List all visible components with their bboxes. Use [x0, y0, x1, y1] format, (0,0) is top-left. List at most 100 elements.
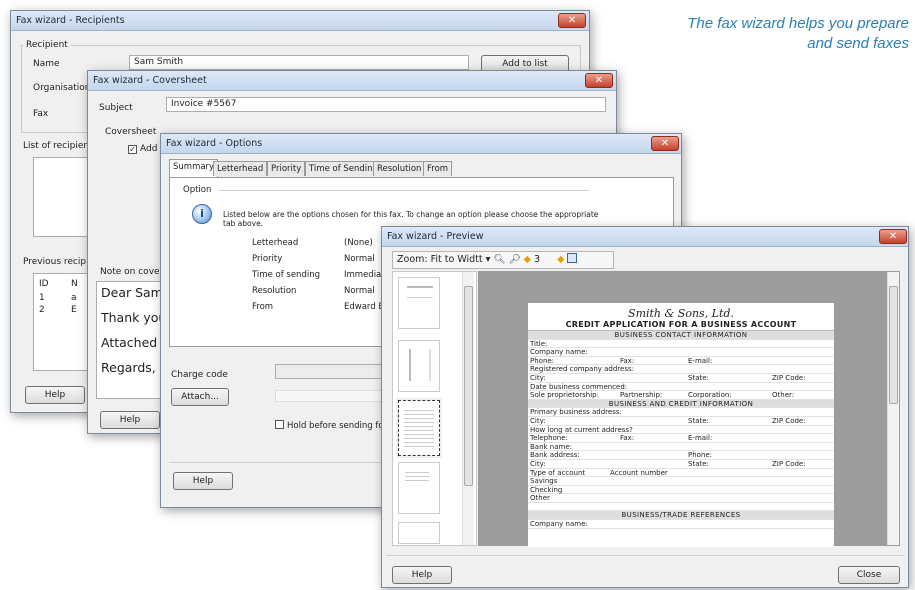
- tab-strip: Summary Letterhead Priority Time of Send…: [169, 154, 669, 178]
- recipients-close-button[interactable]: ✕: [558, 13, 586, 28]
- previous-recipients-label: Previous recip: [23, 257, 87, 267]
- organisation-label: Organisation: [33, 83, 91, 93]
- subject-label: Subject: [99, 103, 133, 113]
- add-coversheet-label: Add: [140, 144, 158, 154]
- coversheet-titlebar[interactable]: Fax wizard - Coversheet: [88, 71, 616, 91]
- page-thumbnail-3[interactable]: [396, 398, 442, 458]
- doc-form-cell: Company name:: [530, 520, 588, 529]
- doc-form-cell: Fax:: [620, 356, 635, 365]
- doc-form-row: Phone: Fax: E-mail:: [528, 357, 834, 366]
- zoom-out-icon[interactable]: 🔎︎: [509, 254, 521, 265]
- document-scrollbar[interactable]: [887, 272, 899, 545]
- doc-form-cell: E-mail:: [688, 356, 713, 365]
- preview-close-dialog-button[interactable]: Close: [838, 566, 900, 584]
- preview-titlebar[interactable]: Fax wizard - Preview: [382, 227, 908, 247]
- tab-letterhead[interactable]: Letterhead: [213, 161, 268, 176]
- doc-form-row: Type of account Account number: [528, 469, 834, 478]
- doc-form-cell: ZIP Code:: [772, 373, 806, 382]
- doc-form-cell: Date business commenced:: [530, 382, 628, 391]
- table-row-2-id[interactable]: 2: [39, 304, 45, 317]
- doc-section-header: BUSINESS/TRADE REFERENCES: [528, 511, 834, 521]
- options-close-button[interactable]: ✕: [651, 136, 679, 151]
- document-page: Smith & Sons, Ltd. CREDIT APPLICATION FO…: [528, 303, 834, 547]
- recipients-title: Fax wizard - Recipients: [16, 15, 125, 26]
- doc-form-cell: Company name:: [530, 348, 588, 357]
- doc-form-cell: State:: [688, 416, 709, 425]
- recipients-titlebar[interactable]: Fax wizard - Recipients: [11, 11, 589, 31]
- doc-form-row: Other: [528, 494, 834, 503]
- tab-summary[interactable]: Summary: [169, 159, 219, 177]
- thumbnail-scroll-thumb[interactable]: [464, 286, 473, 486]
- doc-form-row: Bank address: Phone:: [528, 451, 834, 460]
- caption-line-1: The fax wizard helps you prepare: [687, 15, 909, 32]
- next-page-icon[interactable]: ◆: [557, 254, 564, 265]
- page-thumbnail-2[interactable]: [398, 340, 440, 392]
- coversheet-label: Coversheet: [105, 127, 157, 137]
- doc-form-cell: Other:: [772, 391, 795, 400]
- doc-form-cell: State:: [688, 459, 709, 468]
- doc-form-row: Registered company address:: [528, 365, 834, 374]
- fit-page-icon[interactable]: [567, 253, 578, 263]
- hold-checkbox[interactable]: Hold before sending for fu: [275, 420, 398, 431]
- tab-time-of-sending[interactable]: Time of Sending: [305, 161, 382, 176]
- fax-label: Fax: [33, 109, 49, 119]
- name-field[interactable]: Sam Smith: [129, 55, 469, 70]
- previous-page-icon[interactable]: ◆: [524, 254, 531, 265]
- doc-form-row: Sole proprietorship: Partnership: Corporat…: [528, 391, 834, 400]
- subject-field[interactable]: Invoice #5567: [166, 97, 606, 112]
- doc-form-row: Title:: [528, 340, 834, 349]
- doc-section-header: BUSINESS AND CREDIT INFORMATION: [528, 399, 834, 409]
- doc-form-cell: Primary business address:: [530, 408, 622, 417]
- option-key-from: From: [252, 302, 274, 312]
- doc-form-row: How long at current address?: [528, 426, 834, 435]
- doc-form-cell: Telephone:: [530, 434, 568, 443]
- zoom-in-icon[interactable]: 🔍︎: [493, 254, 505, 265]
- page-number[interactable]: 3: [534, 254, 540, 265]
- doc-form-row: Savings: [528, 477, 834, 486]
- preview-help-button[interactable]: Help: [392, 566, 452, 584]
- doc-section-header: BUSINESS CONTACT INFORMATION: [528, 331, 834, 340]
- attach-button[interactable]: Attach...: [171, 388, 229, 406]
- thumb-1-lines: [407, 286, 433, 298]
- hold-checkbox-box: [275, 420, 284, 429]
- coversheet-help-button[interactable]: Help: [100, 411, 160, 429]
- preview-close-button[interactable]: ✕: [879, 229, 907, 244]
- options-title: Fax wizard - Options: [166, 138, 263, 149]
- option-value-letterhead: (None): [344, 238, 373, 248]
- doc-heading: CREDIT APPLICATION FOR A BUSINESS ACCOUN…: [565, 320, 797, 329]
- doc-form-cell: Phone:: [688, 451, 713, 460]
- doc-form-cell: Other: [530, 494, 550, 503]
- page-thumbnail-5[interactable]: [398, 522, 440, 544]
- tab-priority[interactable]: Priority: [267, 161, 306, 176]
- coversheet-close-button[interactable]: ✕: [585, 73, 613, 88]
- options-titlebar[interactable]: Fax wizard - Options: [161, 134, 681, 154]
- option-group-line: [219, 190, 589, 191]
- doc-form-row: Company name:: [528, 348, 834, 357]
- tab-from[interactable]: From: [423, 161, 453, 176]
- option-value-resolution: Normal: [344, 286, 375, 296]
- page-thumbnail-1[interactable]: [398, 277, 440, 329]
- option-value-priority: Normal: [344, 254, 375, 264]
- recipients-help-button[interactable]: Help: [25, 386, 85, 404]
- add-coversheet-checkbox[interactable]: ✓ Add: [128, 144, 157, 154]
- zoom-dropdown[interactable]: Fit to Widtt ▾: [431, 254, 491, 265]
- chevron-down-icon[interactable]: ▾: [483, 254, 491, 265]
- doc-form-row: Company name:: [528, 520, 834, 529]
- doc-form-row: Bank name:: [528, 443, 834, 452]
- recipient-group-label: Recipient: [23, 40, 71, 50]
- page-thumbnail-4[interactable]: [398, 462, 440, 514]
- doc-form-cell: How long at current address?: [530, 425, 633, 434]
- doc-form-row: Primary business address:: [528, 408, 834, 417]
- caption-line-2: and send faxes: [807, 35, 909, 52]
- options-help-button[interactable]: Help: [173, 472, 233, 490]
- doc-form-cell: Checking: [530, 485, 563, 494]
- option-key-resolution: Resolution: [252, 286, 297, 296]
- zoom-value: Fit to Widtt: [430, 254, 483, 265]
- table-row-2-name[interactable]: E: [71, 304, 77, 317]
- document-scroll-thumb[interactable]: [889, 286, 898, 404]
- thumbnail-scrollbar[interactable]: [462, 272, 474, 545]
- tab-resolution[interactable]: Resolution: [373, 161, 426, 176]
- doc-form-cell: City:: [530, 416, 546, 425]
- option-key-priority: Priority: [252, 254, 283, 264]
- doc-form-cell: Type of account: [530, 468, 586, 477]
